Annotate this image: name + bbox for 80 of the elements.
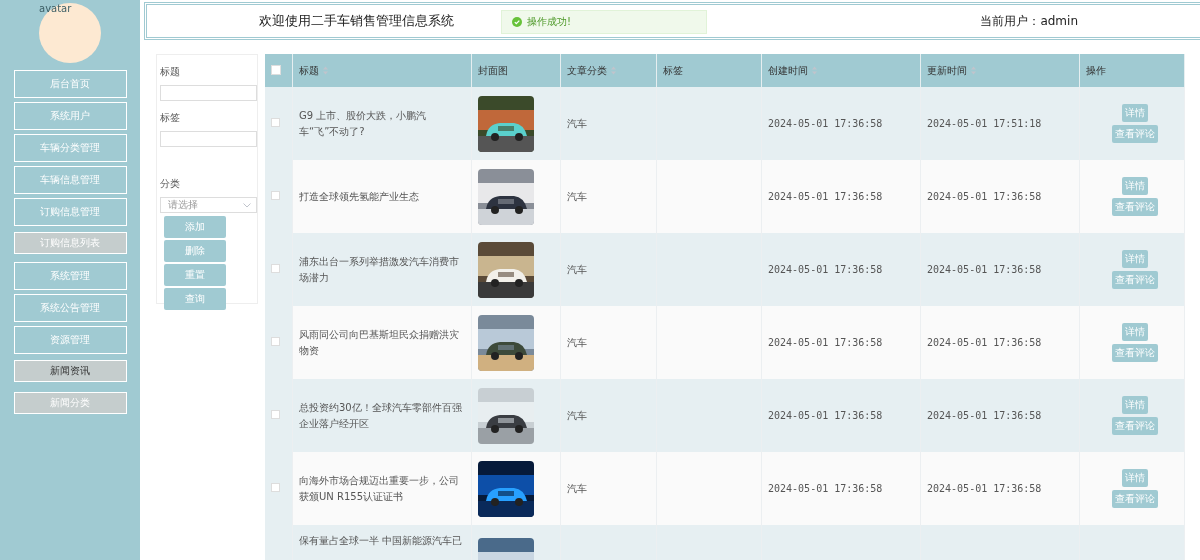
table-cell: 2024-05-01 17:36:58 xyxy=(768,191,883,202)
sort-icon[interactable] xyxy=(812,66,817,75)
action-button[interactable]: 重置 xyxy=(164,264,226,286)
avatar-alt-text: avatar xyxy=(39,3,72,14)
sort-icon[interactable] xyxy=(611,66,616,75)
column-header: 封面图 xyxy=(471,54,561,87)
row-action-button[interactable]: 查看评论 xyxy=(1112,490,1158,508)
table-cell: 2024-05-01 17:36:58 xyxy=(927,264,1042,275)
row-action-button[interactable]: 详情 xyxy=(1122,469,1148,487)
row-action-button[interactable]: 查看评论 xyxy=(1112,271,1158,289)
table-cell: 2024-05-01 17:36:58 xyxy=(768,483,883,494)
table-cell: 2024-05-01 17:36:58 xyxy=(768,118,883,129)
row-checkbox[interactable] xyxy=(271,483,280,492)
sidebar-menu-item[interactable]: 车辆信息管理 xyxy=(13,166,127,194)
select-all-checkbox[interactable] xyxy=(271,64,281,75)
check-circle-icon xyxy=(512,17,522,27)
table-cell: 汽车 xyxy=(567,190,587,202)
system-title: 欢迎使用二手车销售管理信息系统 xyxy=(259,12,454,30)
select-field[interactable]: 请选择 xyxy=(160,197,257,213)
table-cell: 汽车 xyxy=(567,409,587,421)
table-cell-text: G9 上市、股价大跌，小鹏汽车“飞”不动了? xyxy=(299,108,428,139)
row-checkbox[interactable] xyxy=(271,410,280,419)
table-cell-text: 浦东出台一系列举措激发汽车消费市场潜力 xyxy=(299,254,460,285)
toast-message: 操作成功! xyxy=(527,15,571,29)
table-cell: 2024-05-01 17:36:58 xyxy=(768,264,883,275)
table-cell: 汽车 xyxy=(567,117,587,129)
table-cell-text: 保有量占全球一半 中国新能源汽车已 xyxy=(299,534,463,548)
field-label: 分类 xyxy=(160,177,181,191)
table-cell: 2024-05-01 17:36:58 xyxy=(927,483,1042,494)
sidebar-menu-item[interactable]: 系统管理 xyxy=(13,262,127,290)
row-action-button[interactable]: 查看评论 xyxy=(1112,344,1158,362)
table-cell: 2024-05-01 17:36:58 xyxy=(768,337,883,348)
column-header[interactable]: 文章分类 xyxy=(560,54,657,87)
table-cell: 2024-05-01 17:36:58 xyxy=(768,410,883,421)
table-cell: 2024-05-01 17:36:58 xyxy=(927,410,1042,421)
sidebar-menu-item[interactable]: 车辆分类管理 xyxy=(13,134,127,162)
table-cell-text: 向海外市场合规迈出重要一步，公司获颁UN R155认证证书 xyxy=(299,473,460,504)
sidebar-menu-item[interactable]: 订购信息管理 xyxy=(13,198,127,226)
action-button[interactable]: 删除 xyxy=(164,240,226,262)
table-cell-text: 风雨同公司向巴基斯坦民众捐赠洪灾物资 xyxy=(299,327,460,358)
table-cell: 汽车 xyxy=(567,263,587,275)
row-checkbox[interactable] xyxy=(271,191,280,200)
column-header[interactable]: 更新时间 xyxy=(920,54,1080,87)
sort-icon[interactable] xyxy=(323,66,328,75)
current-user: 当前用户：admin xyxy=(980,12,1078,30)
sidebar-menu-item[interactable]: 新闻资讯 xyxy=(13,360,127,382)
row-action-button[interactable]: 查看评论 xyxy=(1112,125,1158,143)
column-header: 标签 xyxy=(656,54,762,87)
input-field[interactable] xyxy=(160,85,257,101)
row-checkbox[interactable] xyxy=(271,337,280,346)
sidebar-menu-item[interactable]: 资源管理 xyxy=(13,326,127,354)
action-button[interactable]: 查询 xyxy=(164,288,226,310)
sidebar-menu-item[interactable]: 后台首页 xyxy=(13,70,127,98)
table-cell: 汽车 xyxy=(567,336,587,348)
table-cell: 2024-05-01 17:36:58 xyxy=(927,337,1042,348)
column-header: 操作 xyxy=(1079,54,1185,87)
table-cell: 2024-05-01 17:36:58 xyxy=(927,191,1042,202)
action-button[interactable]: 添加 xyxy=(164,216,226,238)
field-label: 标签 xyxy=(160,111,181,125)
table-cell-text: 打造全球领先氢能产业生态 xyxy=(299,189,420,204)
row-action-button[interactable]: 查看评论 xyxy=(1112,198,1158,216)
table-cell: 汽车 xyxy=(567,482,587,494)
row-action-button[interactable]: 详情 xyxy=(1122,104,1148,122)
sort-icon[interactable] xyxy=(971,66,976,75)
column-header[interactable]: 创建时间 xyxy=(761,54,921,87)
input-field[interactable] xyxy=(160,131,257,147)
sidebar-menu-item[interactable]: 系统用户 xyxy=(13,102,127,130)
row-action-button[interactable]: 详情 xyxy=(1122,250,1148,268)
row-checkbox[interactable] xyxy=(271,118,280,127)
chevron-down-icon xyxy=(243,202,251,208)
table-cell: 2024-05-01 17:51:18 xyxy=(927,118,1042,129)
sidebar-menu-item[interactable]: 系统公告管理 xyxy=(13,294,127,322)
row-checkbox[interactable] xyxy=(271,264,280,273)
field-label: 标题 xyxy=(160,65,181,79)
row-action-button[interactable]: 详情 xyxy=(1122,323,1148,341)
row-action-button[interactable]: 查看评论 xyxy=(1112,417,1158,435)
table-cell-text: 总投资约30亿！全球汽车零部件百强企业落户经开区 xyxy=(299,400,463,431)
row-action-button[interactable]: 详情 xyxy=(1122,177,1148,195)
row-action-button[interactable]: 详情 xyxy=(1122,396,1148,414)
column-header[interactable]: 标题 xyxy=(292,54,472,87)
